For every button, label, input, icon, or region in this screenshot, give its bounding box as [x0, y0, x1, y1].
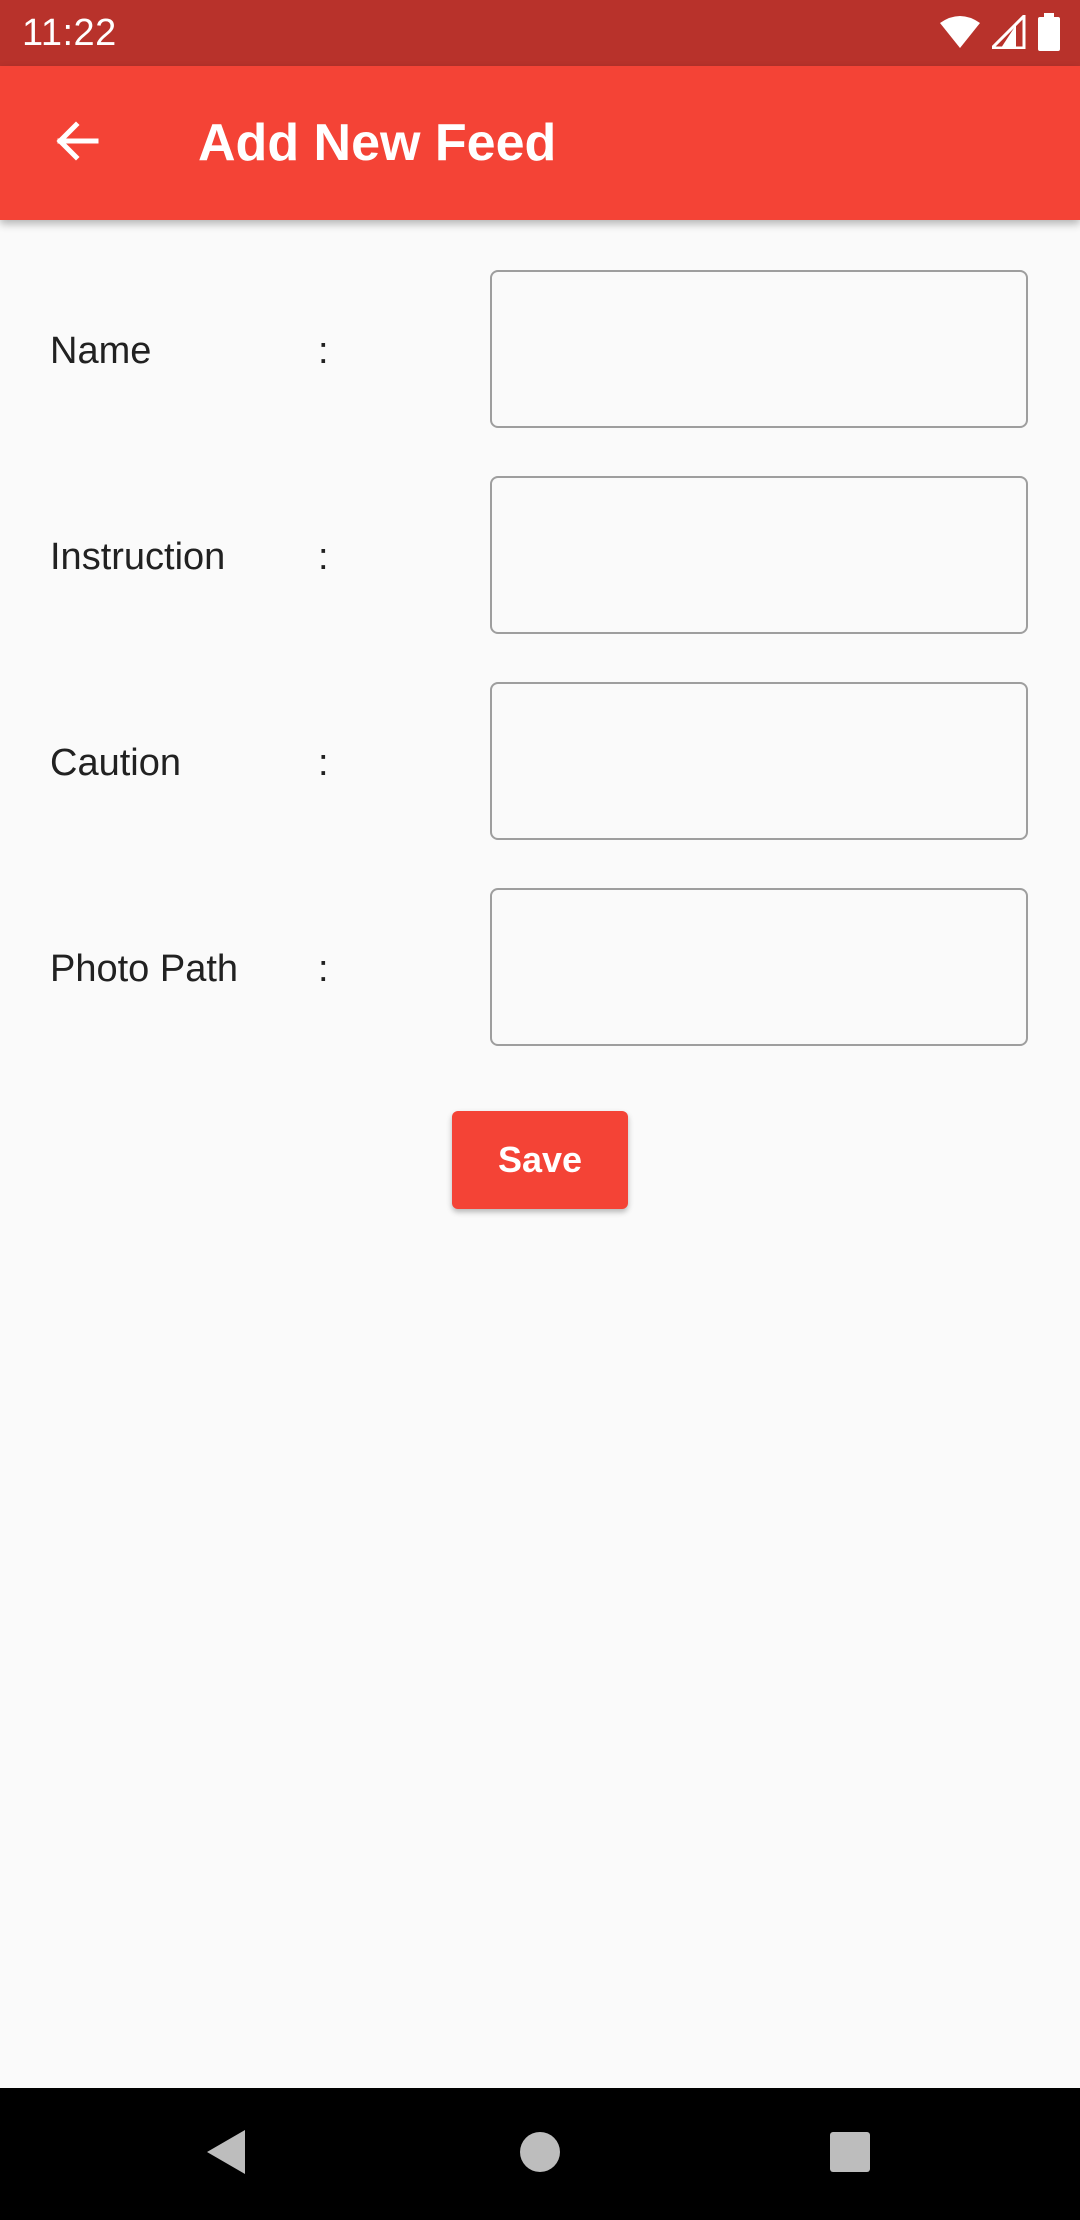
battery-icon: [1038, 12, 1060, 56]
caution-separator: :: [318, 742, 329, 784]
form-row-instruction: Instruction :: [0, 476, 1080, 638]
instruction-separator: :: [318, 536, 329, 578]
name-input[interactable]: [490, 270, 1028, 428]
name-label: Name: [50, 330, 152, 372]
form-row-photo-path: Photo Path :: [0, 888, 1080, 1050]
instruction-input[interactable]: [490, 476, 1028, 634]
photo-path-input[interactable]: [490, 888, 1028, 1046]
form-row-caution: Caution :: [0, 682, 1080, 844]
cell-signal-icon: [988, 11, 1026, 54]
form-content: Name : Instruction : Caution : Photo Pat…: [0, 220, 1080, 2088]
home-circle-icon: [519, 2131, 561, 2178]
system-nav-bar: [0, 2088, 1080, 2220]
page-title: Add New Feed: [198, 114, 557, 172]
arrow-back-icon: [52, 117, 100, 170]
caution-input[interactable]: [490, 682, 1028, 840]
app-bar: Add New Feed: [0, 66, 1080, 220]
instruction-label: Instruction: [50, 536, 226, 578]
wifi-icon: [940, 15, 980, 54]
photo-path-separator: :: [318, 948, 329, 990]
status-bar: 11:22: [0, 0, 1080, 66]
nav-home-button[interactable]: [500, 2114, 580, 2194]
status-icons: [940, 11, 1060, 56]
back-button[interactable]: [34, 101, 118, 185]
nav-back-button[interactable]: [186, 2114, 266, 2194]
back-triangle-icon: [205, 2128, 247, 2181]
form-row-name: Name :: [0, 270, 1080, 432]
status-time: 11:22: [22, 12, 117, 54]
name-separator: :: [318, 330, 329, 372]
save-button[interactable]: Save: [452, 1111, 628, 1209]
nav-recents-button[interactable]: [810, 2114, 890, 2194]
recents-square-icon: [829, 2131, 871, 2178]
caution-label: Caution: [50, 742, 181, 784]
photo-path-label: Photo Path: [50, 948, 239, 990]
